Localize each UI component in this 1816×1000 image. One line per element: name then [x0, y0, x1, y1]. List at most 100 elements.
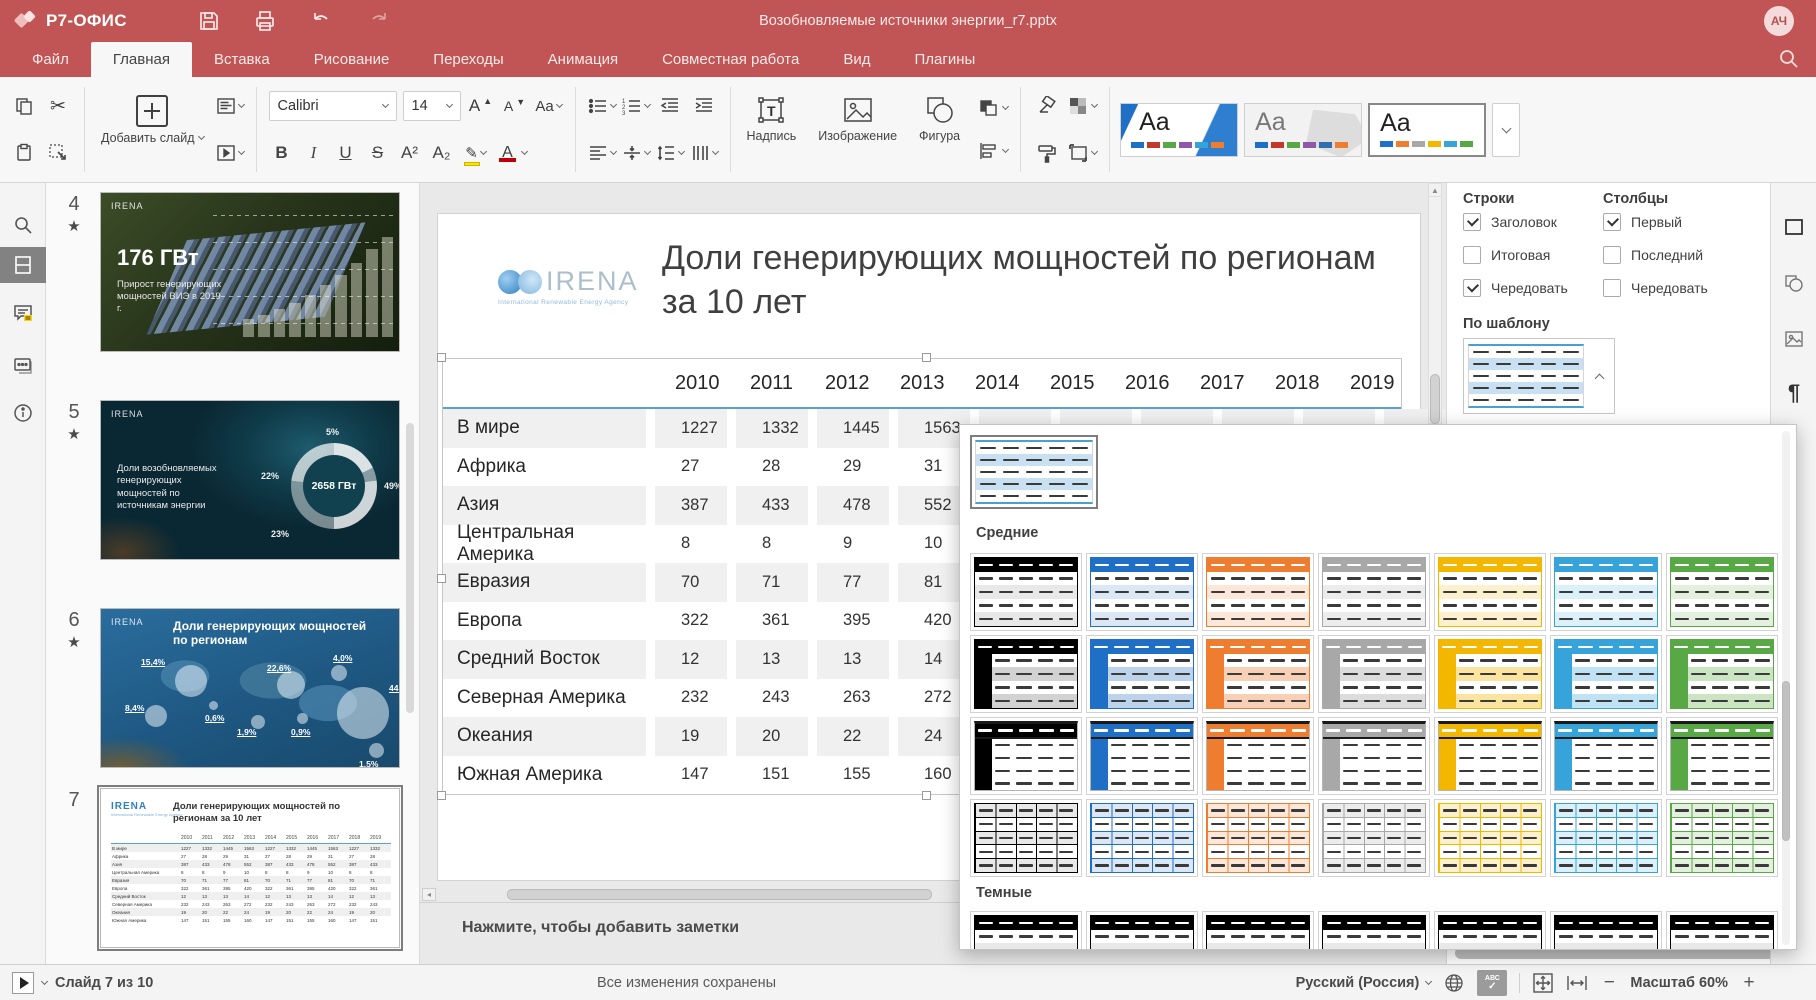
table-style-option[interactable] — [1086, 799, 1198, 877]
scrollbar-thumb[interactable] — [1430, 374, 1440, 424]
table-style-option-dark[interactable] — [1086, 911, 1198, 949]
table-style-option[interactable] — [970, 553, 1082, 631]
language-select[interactable]: Русский (Россия) — [1296, 975, 1432, 991]
decrease-font-icon[interactable]: A▼ — [501, 91, 529, 121]
table-style-option[interactable] — [1202, 799, 1314, 877]
table-style-option[interactable] — [1086, 635, 1198, 713]
paste-button[interactable] — [10, 138, 38, 168]
avatar[interactable]: АЧ — [1764, 6, 1794, 36]
table-style-option-dark[interactable] — [1202, 911, 1314, 949]
arrange-button[interactable] — [978, 93, 1008, 123]
change-case-button[interactable]: Aa — [535, 91, 563, 121]
copy-button[interactable] — [10, 91, 38, 121]
shade-fill-button[interactable] — [1067, 91, 1097, 121]
increase-font-icon[interactable]: A▲ — [467, 91, 495, 121]
table-style-option[interactable] — [1318, 799, 1430, 877]
table-style-option[interactable] — [970, 717, 1082, 795]
about-icon[interactable] — [0, 395, 46, 431]
start-slideshow-button[interactable] — [216, 138, 244, 168]
checkbox-box[interactable] — [1603, 246, 1621, 264]
current-template-option[interactable] — [970, 435, 1098, 509]
insert-image-button[interactable]: Изображение — [814, 87, 901, 172]
table-template-select[interactable] — [1463, 338, 1615, 414]
undo-icon[interactable] — [308, 9, 334, 33]
vertical-align-button[interactable] — [622, 138, 650, 168]
table-style-option[interactable] — [1550, 717, 1662, 795]
theme-gallery-expand-button[interactable] — [1492, 103, 1520, 157]
find-icon[interactable] — [0, 207, 46, 243]
table-style-option-dark[interactable] — [1318, 911, 1430, 949]
tab-файл[interactable]: Файл — [10, 42, 91, 77]
checkbox-чередовать[interactable]: Чередовать — [1603, 279, 1708, 297]
font-name-select[interactable]: Calibri — [269, 91, 397, 121]
insert-textbox-button[interactable]: T Надпись — [743, 87, 801, 172]
table-style-option[interactable] — [1666, 635, 1778, 713]
checkbox-box[interactable] — [1463, 246, 1481, 264]
table-resize-handle[interactable] — [437, 353, 446, 362]
table-resize-handle[interactable] — [922, 353, 931, 362]
table-style-option[interactable] — [1202, 635, 1314, 713]
horizontal-align-button[interactable] — [588, 138, 616, 168]
start-slideshow-icon[interactable] — [12, 972, 34, 994]
checkbox-box[interactable] — [1603, 213, 1621, 231]
fit-to-width-icon[interactable] — [1566, 972, 1588, 994]
align-objects-button[interactable] — [978, 136, 1008, 166]
table-style-option[interactable] — [1434, 553, 1546, 631]
theme-option-1[interactable]: Aa — [1120, 103, 1238, 157]
checkbox-заголовок[interactable]: Заголовок — [1463, 213, 1557, 231]
table-style-option[interactable] — [1434, 717, 1546, 795]
select-tool-icon[interactable] — [44, 138, 72, 168]
tab-переходы[interactable]: Переходы — [411, 42, 525, 77]
table-style-option[interactable] — [970, 635, 1082, 713]
table-style-option-dark[interactable] — [1666, 911, 1778, 949]
table-style-option[interactable] — [1086, 553, 1198, 631]
scroll-up-icon[interactable]: ▲ — [1429, 184, 1441, 197]
highlight-color-button[interactable]: ✎ — [461, 138, 491, 168]
table-style-option[interactable] — [1666, 717, 1778, 795]
tab-совместная-работа[interactable]: Совместная работа — [640, 42, 821, 77]
columns-button[interactable] — [690, 138, 718, 168]
table-style-option[interactable] — [1666, 799, 1778, 877]
table-style-option[interactable] — [1318, 635, 1430, 713]
tab-вставка[interactable]: Вставка — [192, 42, 292, 77]
print-icon[interactable] — [252, 9, 278, 33]
theme-option-2[interactable]: Aa — [1244, 103, 1362, 157]
tab-анимация[interactable]: Анимация — [526, 42, 640, 77]
table-style-option-dark[interactable] — [1550, 911, 1662, 949]
frame-size-button[interactable] — [1067, 138, 1097, 168]
checkbox-первый[interactable]: Первый — [1603, 213, 1682, 231]
bold-button[interactable]: B — [269, 143, 295, 163]
fit-to-slide-icon[interactable] — [1532, 972, 1554, 994]
notes-placeholder[interactable]: Нажмите, чтобы добавить заметки — [462, 919, 739, 937]
table-resize-handle[interactable] — [922, 791, 931, 800]
table-style-option[interactable] — [1434, 635, 1546, 713]
search-icon[interactable] — [1778, 48, 1800, 70]
decrease-indent-icon[interactable] — [656, 91, 684, 121]
increase-indent-icon[interactable] — [690, 91, 718, 121]
chevron-down-icon[interactable] — [41, 978, 48, 985]
tab-вид[interactable]: Вид — [821, 42, 892, 77]
save-icon[interactable] — [196, 9, 222, 33]
table-style-option[interactable] — [1318, 717, 1430, 795]
slide-thumbnail-6[interactable]: IRENA Доли генерирующих мощностей по рег… — [100, 608, 400, 768]
tab-рисование[interactable]: Рисование — [292, 42, 412, 77]
theme-option-3-selected[interactable]: Aa — [1368, 103, 1486, 157]
insert-shape-button[interactable]: Фигура — [915, 87, 964, 172]
image-settings-icon[interactable] — [1771, 319, 1816, 359]
table-style-option-dark[interactable] — [1434, 911, 1546, 949]
slide-settings-icon[interactable] — [1771, 207, 1816, 247]
slide-thumbnail-5[interactable]: IRENA Доли возобновляемых генерирующих м… — [100, 400, 400, 560]
shape-settings-icon[interactable] — [1771, 263, 1816, 303]
underline-button[interactable]: U — [333, 143, 359, 163]
checkbox-box[interactable] — [1463, 279, 1481, 297]
table-style-option[interactable] — [1202, 553, 1314, 631]
table-style-option[interactable] — [1550, 799, 1662, 877]
redo-icon[interactable] — [366, 9, 392, 33]
superscript-button[interactable]: A² — [397, 143, 423, 163]
font-size-select[interactable]: 14 — [403, 91, 461, 121]
line-spacing-button[interactable] — [656, 138, 684, 168]
table-style-option[interactable] — [1318, 553, 1430, 631]
table-resize-handle[interactable] — [437, 574, 446, 583]
checkbox-чередовать[interactable]: Чередовать — [1463, 279, 1568, 297]
slide-thumbnail-4[interactable]: IRENA 176 ГВт Прирост генерирующих мощно… — [100, 192, 400, 352]
